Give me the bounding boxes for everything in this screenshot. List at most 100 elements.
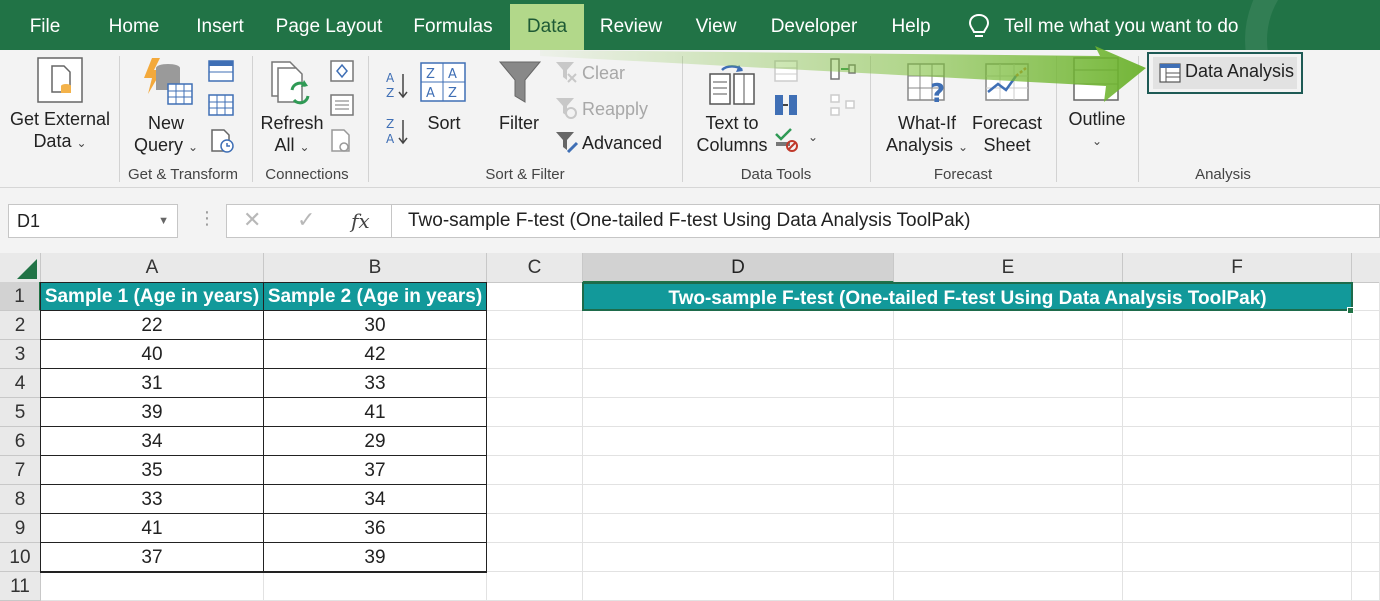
refresh-all-button[interactable]: Refresh All ⌄ [256, 112, 328, 158]
row-header-2[interactable]: 2 [0, 311, 41, 340]
cancel-icon[interactable]: ✕ [243, 207, 261, 233]
chevron-down-icon[interactable]: ⌄ [808, 130, 818, 144]
row-header-6[interactable]: 6 [0, 427, 41, 456]
empty-cell[interactable] [583, 311, 894, 340]
empty-cell[interactable] [487, 456, 583, 485]
column-header-f[interactable]: F [1123, 253, 1352, 283]
empty-cell[interactable] [264, 572, 487, 601]
tab-page-layout[interactable]: Page Layout [272, 0, 386, 50]
relationships-icon[interactable] [830, 94, 856, 116]
flash-fill-icon[interactable] [774, 60, 798, 82]
formula-bar-grip-icon[interactable]: ⋮ [198, 208, 216, 229]
row-header-1[interactable]: 1 [0, 282, 41, 311]
empty-cell[interactable] [894, 427, 1123, 456]
empty-cell[interactable] [487, 485, 583, 514]
insert-function-icon[interactable]: fx [351, 209, 370, 233]
empty-cell[interactable] [1352, 369, 1380, 398]
tab-help[interactable]: Help [882, 0, 940, 50]
empty-cell[interactable] [1352, 427, 1380, 456]
tab-formulas[interactable]: Formulas [406, 0, 500, 50]
empty-cell[interactable] [583, 543, 894, 572]
empty-cell[interactable] [487, 311, 583, 340]
sort-z-to-a-icon[interactable]: Z A [386, 116, 410, 146]
get-external-data-button[interactable]: Get External Data ⌄ [6, 108, 114, 154]
sort-button[interactable]: Sort [416, 112, 472, 134]
empty-cell[interactable] [1352, 543, 1380, 572]
consolidate-icon[interactable] [830, 58, 856, 80]
empty-cell[interactable] [583, 572, 894, 601]
table-header-cell[interactable]: Sample 1 (Age in years) [41, 282, 264, 311]
properties-icon[interactable] [330, 94, 354, 116]
empty-cell[interactable] [487, 514, 583, 543]
what-if-analysis-button[interactable]: What-If Analysis ⌄ [880, 112, 974, 158]
empty-cell[interactable] [1123, 340, 1352, 369]
remove-duplicates-icon[interactable] [774, 94, 798, 116]
table-cell[interactable]: 34 [41, 427, 264, 456]
table-cell[interactable]: 37 [264, 456, 487, 485]
table-cell[interactable]: 39 [41, 398, 264, 427]
empty-cell[interactable] [1352, 282, 1380, 311]
empty-cell[interactable] [583, 369, 894, 398]
column-header-d[interactable]: D [583, 253, 894, 283]
edit-links-icon[interactable] [330, 128, 354, 154]
row-header-7[interactable]: 7 [0, 456, 41, 485]
empty-cell[interactable] [1352, 485, 1380, 514]
table-header-cell[interactable]: Sample 2 (Age in years) [264, 282, 487, 311]
from-table-icon[interactable] [208, 94, 234, 116]
reapply-button[interactable]: Reapply [582, 98, 648, 120]
empty-cell[interactable] [583, 456, 894, 485]
empty-cell[interactable] [1123, 485, 1352, 514]
table-cell[interactable]: 37 [41, 543, 264, 572]
column-header-b[interactable]: B [264, 253, 487, 283]
cell-d1-title[interactable]: Two-sample F-test (One-tailed F-test Usi… [582, 282, 1353, 311]
empty-cell[interactable] [487, 340, 583, 369]
clear-button[interactable]: Clear [582, 62, 625, 84]
row-header-10[interactable]: 10 [0, 543, 41, 572]
tab-file[interactable]: File [20, 0, 70, 50]
tab-view[interactable]: View [688, 0, 744, 50]
empty-cell[interactable] [487, 572, 583, 601]
data-analysis-button[interactable]: Data Analysis [1153, 57, 1297, 89]
formula-input[interactable]: Two-sample F-test (One-tailed F-test Usi… [392, 204, 1380, 238]
empty-cell[interactable] [894, 340, 1123, 369]
tab-developer[interactable]: Developer [764, 0, 864, 50]
empty-cell[interactable] [583, 398, 894, 427]
empty-cell[interactable] [487, 398, 583, 427]
table-cell[interactable]: 41 [264, 398, 487, 427]
column-header-a[interactable]: A [41, 253, 264, 283]
column-header-c[interactable]: C [487, 253, 583, 283]
empty-cell[interactable] [1352, 572, 1380, 601]
column-header-e[interactable]: E [894, 253, 1123, 283]
empty-cell[interactable] [1123, 543, 1352, 572]
select-all-button[interactable] [0, 253, 41, 283]
empty-cell[interactable] [487, 543, 583, 572]
empty-cell[interactable] [487, 282, 583, 311]
table-cell[interactable]: 36 [264, 514, 487, 543]
table-cell[interactable]: 42 [264, 340, 487, 369]
empty-cell[interactable] [1352, 456, 1380, 485]
empty-cell[interactable] [487, 369, 583, 398]
empty-cell[interactable] [894, 311, 1123, 340]
tab-home[interactable]: Home [98, 0, 170, 50]
empty-cell[interactable] [1352, 398, 1380, 427]
empty-cell[interactable] [583, 340, 894, 369]
table-cell[interactable]: 33 [41, 485, 264, 514]
empty-cell[interactable] [1352, 340, 1380, 369]
table-cell[interactable]: 40 [41, 340, 264, 369]
forecast-sheet-button[interactable]: Forecast Sheet [968, 112, 1046, 156]
tab-insert[interactable]: Insert [190, 0, 250, 50]
table-cell[interactable]: 30 [264, 311, 487, 340]
empty-cell[interactable] [894, 398, 1123, 427]
tab-data[interactable]: Data [510, 4, 584, 50]
row-header-3[interactable]: 3 [0, 340, 41, 369]
name-box[interactable]: D1 ▼ [8, 204, 178, 238]
empty-cell[interactable] [1352, 311, 1380, 340]
table-cell[interactable]: 41 [41, 514, 264, 543]
table-cell[interactable]: 39 [264, 543, 487, 572]
table-cell[interactable]: 35 [41, 456, 264, 485]
table-cell[interactable]: 31 [41, 369, 264, 398]
empty-cell[interactable] [894, 456, 1123, 485]
empty-cell[interactable] [1123, 369, 1352, 398]
row-header-8[interactable]: 8 [0, 485, 41, 514]
empty-cell[interactable] [894, 543, 1123, 572]
